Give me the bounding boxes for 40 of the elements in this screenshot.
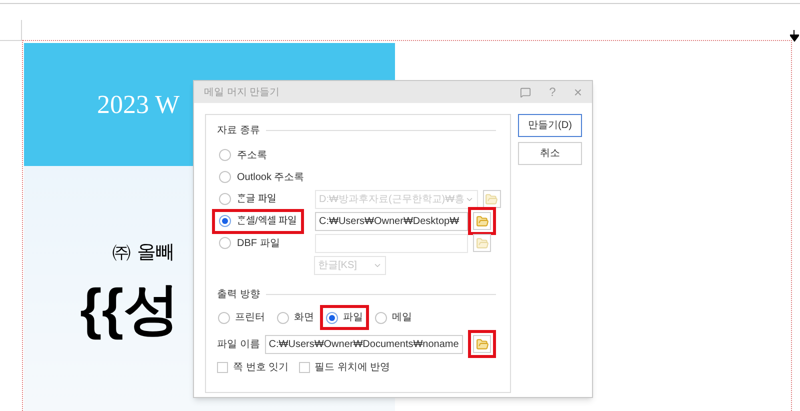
- option-label: 파일: [343, 311, 363, 325]
- header-title: 2023 W: [97, 89, 180, 121]
- folder-icon: [485, 192, 498, 206]
- company-name: ㈜ 올빼: [112, 241, 176, 263]
- comment-icon[interactable]: [520, 86, 532, 98]
- radio-button[interactable]: [219, 171, 231, 183]
- radio-button[interactable]: [277, 312, 289, 324]
- section-heading: 자료 종류: [217, 124, 260, 138]
- radio-button[interactable]: [326, 312, 338, 324]
- folder-button[interactable]: [473, 212, 491, 230]
- option-label: DBF 파일: [237, 236, 280, 250]
- option-label: 주소록: [237, 148, 267, 162]
- dialog-button[interactable]: 만들기(D): [518, 114, 582, 137]
- option-label: 메일: [392, 311, 412, 325]
- radio-button[interactable]: [219, 215, 231, 227]
- option-label: Outlook 주소록: [237, 170, 304, 184]
- window-title: 메일 머지 만들기: [204, 86, 281, 100]
- checkbox[interactable]: [298, 362, 310, 373]
- checkbox-label: 필드 위치에 반영: [314, 361, 390, 375]
- radio-button[interactable]: [219, 149, 231, 161]
- marker-icon: [790, 30, 799, 42]
- option-label: ᄒᆞᆫ글 파일: [237, 192, 276, 206]
- checkbox[interactable]: [217, 362, 228, 373]
- folder-icon: [476, 338, 488, 350]
- section-heading: 출력 방향: [217, 288, 260, 302]
- dialog-button[interactable]: 취소: [518, 142, 582, 165]
- radio-button[interactable]: [218, 312, 230, 324]
- filename-field[interactable]: C:₩Users₩Owner₩Documents₩noname: [264, 334, 463, 354]
- radio-button[interactable]: [375, 312, 387, 324]
- chevron-icon: [373, 261, 382, 270]
- folder-icon: [476, 236, 488, 250]
- field-label: 파일 이름: [217, 338, 260, 352]
- folder-button[interactable]: [473, 335, 491, 353]
- option-label: ᄒᆞᆫ셀/엑셀 파일: [237, 214, 297, 228]
- option-label: 프린터: [235, 311, 265, 325]
- option-label: 화면: [294, 311, 314, 325]
- folder-icon: [476, 214, 488, 228]
- checkbox-label: 쪽 번호 잇기: [233, 361, 289, 375]
- merge-field-text: {{성: [80, 276, 180, 340]
- path-field[interactable]: C:₩Users₩Owner₩Desktop₩: [315, 212, 468, 230]
